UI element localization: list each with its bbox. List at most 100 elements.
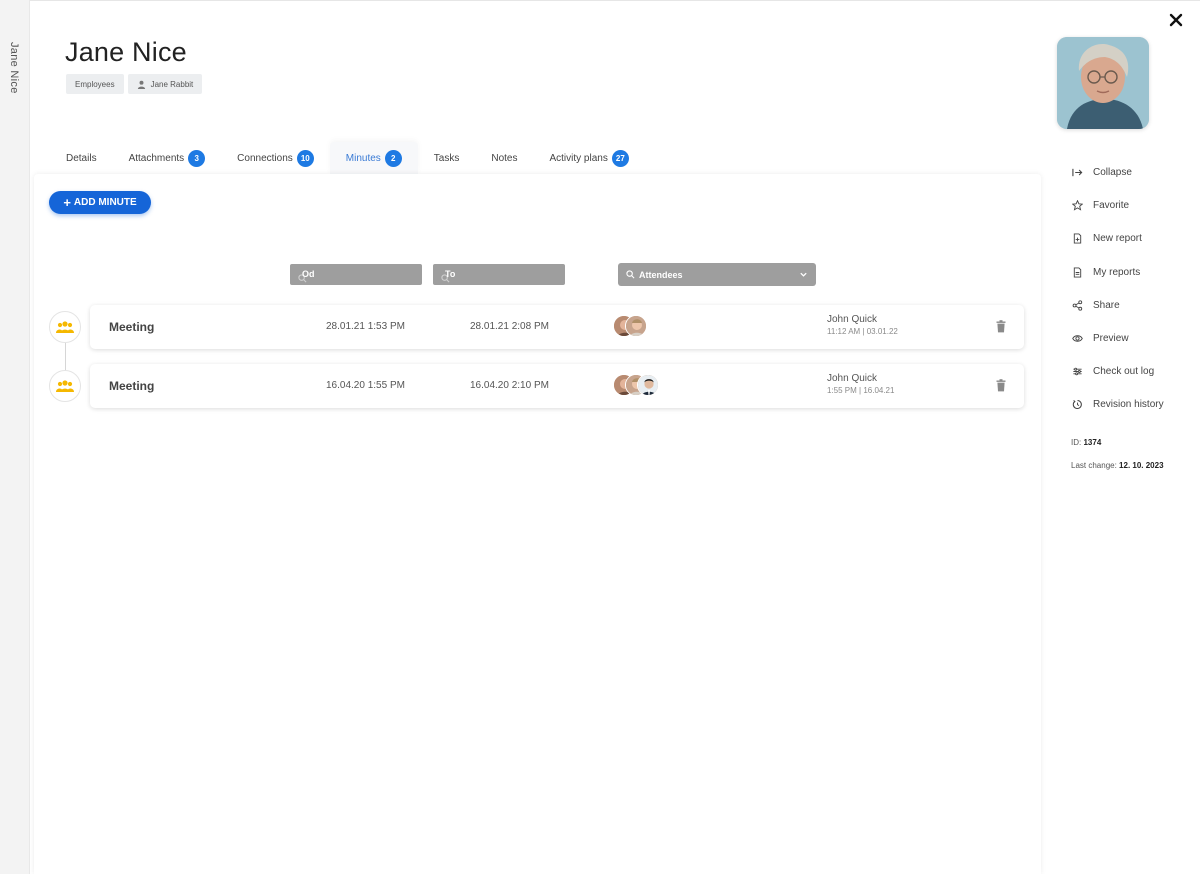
menu-label: Preview bbox=[1093, 333, 1129, 345]
author-timestamp: 11:12 AM | 03.01.22 bbox=[827, 327, 898, 336]
to-date-placeholder: To bbox=[445, 268, 456, 279]
minute-row[interactable]: Meeting 16.04.20 1:55 PM 16.04.20 2:10 P… bbox=[90, 364, 1024, 408]
menu-my-reports[interactable]: My reports bbox=[1072, 256, 1164, 289]
menu-label: Check out log bbox=[1093, 366, 1155, 378]
count-badge: 10 bbox=[296, 149, 314, 167]
share-icon bbox=[1072, 300, 1083, 311]
minute-to-date: 28.01.21 2:08 PM bbox=[470, 321, 549, 332]
last-change: Last change: 12. 10. 2023 bbox=[1071, 461, 1164, 470]
tab-tasks[interactable]: Tasks bbox=[418, 142, 476, 174]
tab-activity-plans[interactable]: Activity plans 27 bbox=[533, 142, 644, 174]
tab-label: Notes bbox=[491, 152, 518, 164]
menu-revision-history[interactable]: Revision history bbox=[1072, 388, 1164, 421]
person-icon bbox=[137, 80, 145, 89]
collapsed-side-panel[interactable]: Jane Nice bbox=[0, 0, 30, 874]
group-icon bbox=[56, 380, 74, 392]
menu-new-report[interactable]: New report bbox=[1072, 222, 1164, 255]
profile-photo bbox=[1057, 37, 1149, 129]
chip-category[interactable]: Employees bbox=[66, 74, 124, 94]
tab-details[interactable]: Details bbox=[50, 142, 113, 174]
meeting-type-marker bbox=[49, 370, 81, 402]
tab-bar: Details Attachments 3 Connections 10 Min… bbox=[50, 142, 645, 174]
menu-preview[interactable]: Preview bbox=[1072, 322, 1164, 355]
add-minute-label: ADD MINUTE bbox=[73, 197, 137, 208]
minute-row[interactable]: Meeting 28.01.21 1:53 PM 28.01.21 2:08 P… bbox=[90, 305, 1024, 349]
chevron-down-icon bbox=[800, 272, 807, 277]
record-id-label: ID: bbox=[1071, 438, 1082, 447]
tab-notes[interactable]: Notes bbox=[475, 142, 533, 174]
menu-share[interactable]: Share bbox=[1072, 289, 1164, 322]
report-icon bbox=[1073, 267, 1082, 278]
count-badge: 3 bbox=[188, 149, 206, 167]
close-icon bbox=[1169, 13, 1183, 27]
author-timestamp: 1:55 PM | 16.04.21 bbox=[827, 386, 895, 395]
meeting-type-marker bbox=[49, 311, 81, 343]
attendee-avatar bbox=[625, 315, 647, 337]
history-icon bbox=[1072, 400, 1082, 410]
top-divider bbox=[30, 0, 1200, 1]
minute-author: John Quick 11:12 AM | 03.01.22 bbox=[827, 314, 898, 336]
chip-label: Employees bbox=[75, 79, 115, 89]
add-minute-button[interactable]: + ADD MINUTE bbox=[49, 191, 151, 214]
minute-from-date: 28.01.21 1:53 PM bbox=[326, 321, 405, 332]
tab-label: Activity plans bbox=[549, 152, 608, 164]
minute-to-date: 16.04.20 2:10 PM bbox=[470, 380, 549, 391]
tab-label: Connections bbox=[237, 152, 293, 164]
tab-label: Attachments bbox=[128, 152, 185, 164]
delete-button[interactable] bbox=[995, 320, 1007, 333]
last-change-label: Last change: bbox=[1071, 461, 1117, 470]
new-report-icon bbox=[1073, 233, 1082, 245]
menu-label: Collapse bbox=[1093, 167, 1132, 179]
checkout-log-icon bbox=[1073, 367, 1082, 376]
delete-button[interactable] bbox=[995, 379, 1007, 392]
trash-icon bbox=[996, 379, 1006, 392]
menu-label: My reports bbox=[1093, 266, 1141, 278]
count-badge: 27 bbox=[611, 149, 629, 167]
menu-label: Revision history bbox=[1093, 399, 1164, 411]
author-name: John Quick bbox=[827, 314, 878, 325]
group-icon bbox=[56, 321, 74, 333]
from-date-placeholder: Od bbox=[302, 268, 315, 279]
attendee-avatars[interactable] bbox=[613, 315, 647, 337]
tab-label: Tasks bbox=[433, 152, 460, 164]
menu-label: Favorite bbox=[1093, 200, 1130, 212]
collapsed-panel-label[interactable]: Jane Nice bbox=[8, 42, 20, 94]
record-actions-menu: Collapse Favorite New report My reports … bbox=[1072, 156, 1164, 422]
collapse-icon bbox=[1072, 168, 1083, 177]
star-icon bbox=[1072, 200, 1083, 211]
page-title: Jane Nice bbox=[65, 37, 187, 67]
menu-label: New report bbox=[1093, 233, 1142, 245]
attendees-placeholder: Attendees bbox=[639, 269, 683, 280]
record-id-value: 1374 bbox=[1083, 438, 1102, 447]
minute-title: Meeting bbox=[109, 320, 155, 334]
minute-title: Meeting bbox=[109, 379, 155, 393]
count-badge: 2 bbox=[384, 149, 402, 167]
eye-icon bbox=[1072, 335, 1083, 342]
minute-author: John Quick 1:55 PM | 16.04.21 bbox=[827, 373, 894, 395]
tab-attachments[interactable]: Attachments 3 bbox=[113, 142, 222, 174]
tab-label: Minutes bbox=[345, 152, 381, 164]
chip-label: Jane Rabbit bbox=[150, 79, 194, 89]
menu-collapse[interactable]: Collapse bbox=[1072, 156, 1164, 189]
author-name: John Quick bbox=[827, 373, 878, 384]
attendee-avatar bbox=[637, 374, 659, 396]
trash-icon bbox=[996, 320, 1006, 333]
menu-label: Share bbox=[1093, 299, 1120, 311]
close-button[interactable] bbox=[1166, 10, 1186, 30]
header-chips: Employees Jane Rabbit bbox=[66, 74, 203, 94]
attendee-avatars[interactable] bbox=[613, 374, 659, 396]
menu-check-out-log[interactable]: Check out log bbox=[1072, 355, 1164, 388]
from-date-filter[interactable]: Od bbox=[290, 264, 422, 285]
tab-minutes[interactable]: Minutes 2 bbox=[329, 142, 418, 174]
tab-label: Details bbox=[66, 152, 97, 164]
search-icon bbox=[626, 270, 635, 279]
attendees-filter[interactable]: Attendees bbox=[618, 263, 816, 286]
menu-favorite[interactable]: Favorite bbox=[1072, 189, 1164, 222]
tab-connections[interactable]: Connections 10 bbox=[221, 142, 330, 174]
plus-icon: + bbox=[63, 195, 71, 210]
to-date-filter[interactable]: To bbox=[433, 264, 565, 285]
minute-from-date: 16.04.20 1:55 PM bbox=[326, 380, 405, 391]
last-change-value: 12. 10. 2023 bbox=[1119, 461, 1164, 470]
record-id: ID: 1374 bbox=[1071, 438, 1101, 447]
chip-owner[interactable]: Jane Rabbit bbox=[127, 74, 203, 94]
